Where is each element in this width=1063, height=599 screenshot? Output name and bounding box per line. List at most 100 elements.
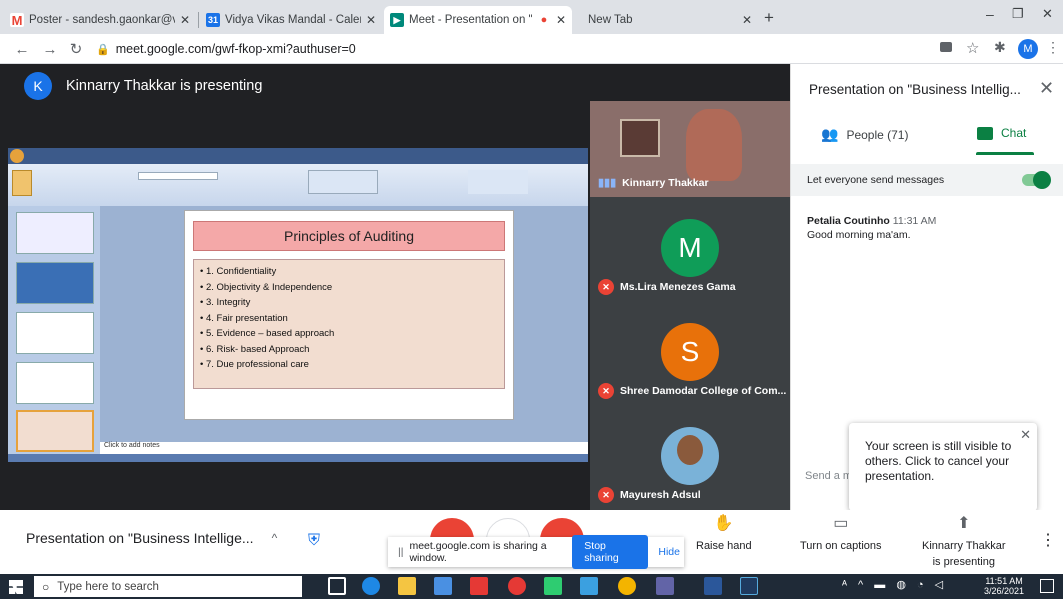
slide-bullet: • 6. Risk- based Approach [200, 343, 310, 355]
tab-divider [198, 12, 199, 28]
message-text: Good morning ma'am. [807, 229, 911, 241]
participant-tile[interactable]: ✕ Mayuresh Adsul [590, 413, 790, 509]
windows-start-icon[interactable] [9, 580, 23, 594]
edge-icon[interactable] [362, 577, 380, 595]
app-icon[interactable] [544, 577, 562, 595]
paste-icon [12, 170, 32, 196]
browser-tab-gmail[interactable]: M Poster - sandesh.gaonkar@vvm.e ✕ [4, 6, 196, 34]
close-icon[interactable]: ✕ [1020, 427, 1031, 442]
back-arrow-icon[interactable]: ← [12, 39, 32, 59]
slide-bullet: • 3. Integrity [200, 297, 251, 308]
microphone-icon[interactable] [286, 577, 296, 595]
speaking-indicator-icon: ▮▮▮ [598, 177, 617, 189]
calendar-icon: 31 [206, 13, 220, 27]
taskbar-search[interactable]: ○ Type here to search [34, 576, 302, 597]
presenter-avatar: K [24, 72, 52, 100]
system-tray-icons[interactable]: ᴬ ^ ▬ ◍ ◔ ◁ [842, 578, 947, 591]
office-button-icon [10, 149, 24, 163]
close-tab-icon[interactable]: ✕ [366, 13, 376, 27]
file-explorer-icon[interactable] [398, 577, 416, 595]
browser-tab-calendar[interactable]: 31 Vidya Vikas Mandal - Calendar - ✕ [200, 6, 382, 34]
panel-title: Presentation on "Business Intellig... [809, 82, 1021, 97]
restore-icon[interactable]: ❐ [1012, 6, 1024, 22]
app-icon[interactable] [740, 577, 758, 595]
participant-tile-video[interactable]: ▮▮▮ Kinnarry Thakkar [590, 101, 790, 197]
taskbar-clock[interactable]: 11:51 AM 3/26/2021 [984, 576, 1024, 596]
reload-icon[interactable]: ↻ [66, 39, 86, 59]
notifications-icon[interactable] [1040, 579, 1054, 593]
mail-icon[interactable] [470, 577, 488, 595]
send-message-input[interactable]: Send a m [805, 470, 852, 482]
participant-avatar: S [661, 323, 719, 381]
browser-tab-meet[interactable]: ▶ Meet - Presentation on "Busi ● ✕ [384, 6, 572, 34]
address-bar-row: ← → ↻ 🔒 meet.google.com/gwf-fkop-xmi?aut… [0, 34, 1063, 64]
captions-button[interactable]: ▭ Turn on captions [800, 515, 882, 553]
participant-name: ✕ Mayuresh Adsul [598, 487, 701, 503]
active-tab-indicator [976, 152, 1034, 155]
hand-icon: ✋ [713, 515, 734, 532]
hide-button[interactable]: Hide [654, 546, 684, 558]
more-options-icon[interactable]: ⋮ [1040, 530, 1056, 550]
window-close-icon[interactable]: ✕ [1042, 6, 1053, 22]
lock-icon: 🔒 [96, 43, 110, 56]
close-tab-icon[interactable]: ✕ [556, 13, 566, 27]
participant-tile[interactable]: S ✕ Shree Damodar College of Com... [590, 309, 790, 405]
slide-bullet-box: • 1. Confidentiality • 2. Objectivity & … [193, 259, 505, 389]
close-tab-icon[interactable]: ✕ [742, 13, 752, 27]
tab-people[interactable]: 👥 People (71) [821, 126, 908, 143]
tab-chat[interactable]: Chat [977, 126, 1026, 140]
participant-photo-avatar [661, 427, 719, 485]
minimize-icon[interactable]: – [986, 6, 994, 22]
close-icon[interactable]: ✕ [1039, 78, 1054, 99]
forward-arrow-icon[interactable]: → [40, 39, 60, 59]
slide-thumbnail [16, 262, 94, 304]
camera-in-use-icon[interactable] [940, 42, 952, 52]
slide-bullet: • 5. Evidence – based approach [200, 328, 335, 339]
message-time: 11:31 AM [892, 215, 937, 227]
participant-name: ✕ Ms.Lira Menezes Gama [598, 279, 736, 295]
chrome-icon[interactable] [618, 577, 636, 595]
font-box [138, 172, 218, 180]
close-tab-icon[interactable]: ✕ [180, 13, 190, 27]
shield-icon[interactable]: ⛨ [304, 530, 324, 552]
star-icon[interactable]: ☆ [966, 39, 979, 57]
drag-handle-icon[interactable]: || [398, 546, 403, 558]
task-view-icon[interactable] [328, 577, 346, 595]
participant-name: ▮▮▮ Kinnarry Thakkar [598, 176, 709, 190]
participant-tile[interactable]: M ✕ Ms.Lira Menezes Gama [590, 205, 790, 301]
participant-tiles: ▮▮▮ Kinnarry Thakkar M ✕ Ms.Lira Menezes… [590, 101, 790, 510]
captions-icon: ▭ [833, 515, 849, 532]
app-icon[interactable] [580, 577, 598, 595]
slide-notes: Click to add notes [100, 442, 588, 454]
slide-bullet: • 4. Fair presentation [200, 312, 288, 324]
meet-icon: ▶ [390, 13, 404, 27]
slide-thumbnail [16, 212, 94, 254]
browser-tab-strip: M Poster - sandesh.gaonkar@vvm.e ✕ 31 Vi… [0, 0, 1063, 34]
raise-hand-button[interactable]: ✋ Raise hand [696, 515, 752, 553]
stop-sharing-button[interactable]: Stop sharing [572, 535, 649, 569]
profile-avatar[interactable]: M [1018, 39, 1038, 59]
extensions-icon[interactable]: ✱ [994, 39, 1006, 56]
slide-title: Principles of Auditing [193, 221, 505, 251]
mic-off-icon: ✕ [598, 487, 614, 503]
people-icon: 👥 [821, 126, 839, 142]
new-tab-icon[interactable]: + [764, 8, 774, 28]
allow-messages-toggle[interactable] [1022, 171, 1051, 189]
store-icon[interactable] [434, 577, 452, 595]
ppt-ribbon [8, 164, 588, 206]
allow-messages-row: Let everyone send messages [791, 164, 1063, 196]
url-field[interactable]: 🔒 meet.google.com/gwf-fkop-xmi?authuser=… [96, 38, 916, 60]
presenter-video-figure [686, 109, 742, 181]
menu-dots-icon[interactable]: ⋮ [1046, 39, 1060, 56]
app-icon[interactable] [508, 577, 526, 595]
gmail-icon: M [10, 12, 24, 28]
word-icon[interactable] [704, 577, 722, 595]
browser-tab-newtab[interactable]: New Tab ✕ [574, 6, 758, 34]
chat-message: Petalia Coutinho 11:31 AM Good morning m… [807, 214, 936, 242]
presenting-button[interactable]: ⬆ Kinnarry Thakkar is presenting [922, 516, 1006, 569]
meeting-details[interactable]: Presentation on "Business Intellige... ^ [26, 530, 277, 546]
ppt-status-bar [8, 454, 588, 462]
participant-avatar: M [661, 219, 719, 277]
teams-icon[interactable] [656, 577, 674, 595]
presentation-warning-toast[interactable]: Your screen is still visible to others. … [849, 423, 1037, 511]
